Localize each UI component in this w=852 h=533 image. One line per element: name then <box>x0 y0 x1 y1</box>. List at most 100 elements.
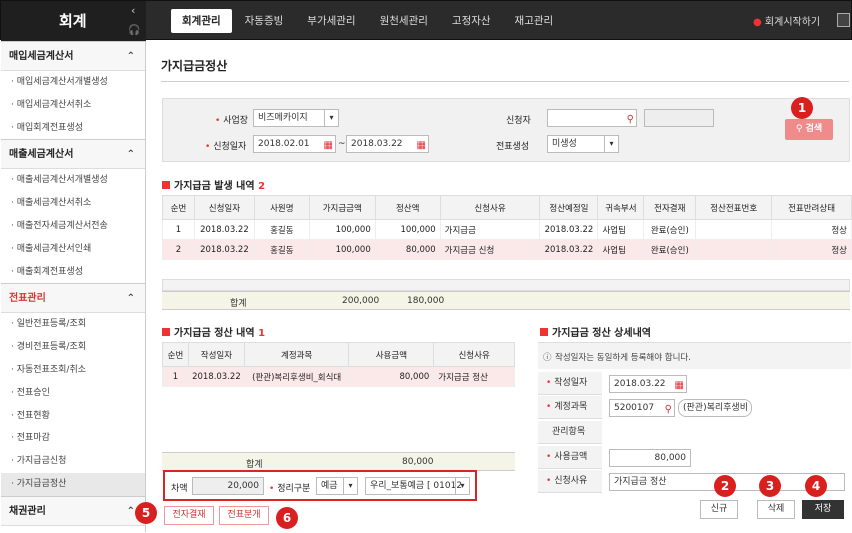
detail-mgmt-label: 관리항목 <box>538 421 602 444</box>
annotation-badge-6: 6 <box>276 507 298 529</box>
sum-amount: 80,000 <box>402 457 434 467</box>
col-header[interactable]: 정산전표번호 <box>695 195 773 220</box>
menu-fixed-assets[interactable]: 고정자산 <box>441 9 502 33</box>
col-header[interactable]: 정산예정일 <box>539 195 599 220</box>
search-icon[interactable]: ⚲ <box>627 112 634 128</box>
collapse-sidebar-icon[interactable]: ‹ <box>131 4 135 17</box>
sidebar-item[interactable]: · 경비전표등록/조회 <box>1 336 145 359</box>
chevron-up-icon: ⌃ <box>126 149 135 161</box>
sidebar-item[interactable]: · 매출세금계산서개별생성 <box>1 169 145 192</box>
occur-sum-row: 합계 200,000 180,000 <box>162 291 850 310</box>
chevron-up-icon: ⌃ <box>126 293 135 305</box>
col-header[interactable]: 가지급금액 <box>308 195 376 220</box>
detail-date-value: 2018.03.22 <box>614 379 666 389</box>
cell: 가지급금 신청 <box>439 239 541 260</box>
main-menu: 회계관리 자동증빙 부가세관리 원천세관리 고정자산 재고관리 <box>171 9 566 33</box>
menu-auto-evidence[interactable]: 자동증빙 <box>234 9 295 33</box>
sidebar-item[interactable]: · 매입세금계산서개별생성 <box>1 71 145 94</box>
sidebar-item[interactable]: · 가지급금신청 <box>1 450 145 473</box>
table-row[interactable]: 2 2018.03.22 홍길동 100,000 80,000 가지급금 신청 … <box>162 239 852 260</box>
diff-value: 20,000 <box>227 481 260 491</box>
sidebar-item[interactable]: · 전표마감 <box>1 427 145 450</box>
edoc-button[interactable]: 전자결재 <box>164 506 214 525</box>
gen-label: 전표생성 <box>496 142 530 152</box>
group-title: 매입세금계산서 <box>9 51 74 62</box>
cell: 2 <box>162 239 195 260</box>
sidebar-item[interactable]: · 매입세금계산서취소 <box>1 94 145 117</box>
annotation-badge-2: 2 <box>714 475 736 497</box>
detail-account-code[interactable]: 5200107 ⚲ <box>609 399 675 417</box>
sidebar-item-label: 일반전표등록/조회 <box>16 319 87 330</box>
sidebar-group-receivables[interactable]: 채권관리 ⌃ <box>1 495 145 526</box>
date-from-input[interactable]: 2018.02.01 ▦ <box>253 135 336 153</box>
sidebar-item[interactable]: · 자동전표조회/취소 <box>1 359 145 382</box>
delete-button[interactable]: 삭제 <box>757 500 795 519</box>
col-header[interactable]: 계정과목 <box>243 342 350 367</box>
cell: 100,000 <box>308 219 376 240</box>
biz-select[interactable]: 비즈메카이지 ▾ <box>253 109 339 127</box>
search-icon[interactable]: ⚲ <box>665 402 672 418</box>
search-button-label: 검색 <box>805 124 823 134</box>
new-button[interactable]: 신규 <box>700 500 738 519</box>
sidebar-item-label: 전표승인 <box>16 387 50 398</box>
menu-vat[interactable]: 부가세관리 <box>296 9 366 33</box>
cell: 완료(승인) <box>643 239 697 260</box>
dropdown-arrow-icon: ▾ <box>604 136 618 152</box>
col-header[interactable]: 신청사유 <box>433 342 515 367</box>
sidebar-item[interactable]: · 전표승인 <box>1 382 145 405</box>
journal-split-button[interactable]: 전표분개 <box>219 506 269 525</box>
table-row[interactable]: 1 2018.03.22 홍길동 100,000 100,000 가지급금 20… <box>162 219 852 240</box>
sidebar-item-label: 전표마감 <box>16 433 50 444</box>
col-header[interactable]: 사용금액 <box>348 342 435 367</box>
calendar-icon[interactable]: ▦ <box>417 138 426 154</box>
save-button[interactable]: 저장 <box>802 500 844 519</box>
sidebar-item[interactable]: · 매출전자세금계산서전송 <box>1 215 145 238</box>
menu-inventory[interactable]: 재고관리 <box>504 9 565 33</box>
headset-icon[interactable]: 🎧 <box>128 25 140 36</box>
gen-select[interactable]: 미생성 ▾ <box>547 135 619 153</box>
type-select[interactable]: 예금 ▾ <box>316 477 358 495</box>
sidebar-item[interactable]: · 일반전표등록/조회 <box>1 313 145 336</box>
col-header[interactable]: 전자결재 <box>643 195 697 220</box>
col-header[interactable]: 사원명 <box>253 195 310 220</box>
sidebar-item[interactable]: · 매입회계전표생성 <box>1 117 145 140</box>
diff-label: 차액 <box>171 484 188 494</box>
col-header[interactable]: 귀속부서 <box>597 195 645 220</box>
sidebar-group-voucher[interactable]: 전표관리 ⌃ <box>1 283 145 314</box>
account-select[interactable]: 우리_보통예금 [ 01012 ▾ <box>365 477 470 495</box>
calculator-icon[interactable] <box>837 13 850 27</box>
sidebar-item-label: 매입세금계산서개별생성 <box>16 77 108 87</box>
menu-withholding[interactable]: 원천세관리 <box>369 9 439 33</box>
table-row[interactable]: 1 2018.03.22 (판관)복리후생비_회식대 80,000 가지급금 정… <box>162 366 515 387</box>
horizontal-scrollbar[interactable] <box>162 279 850 291</box>
date-label: • 신청일자 <box>205 142 247 152</box>
col-header[interactable]: 순번 <box>162 342 189 367</box>
search-button[interactable]: ⚲ 검색 <box>785 119 833 140</box>
start-accounting-link[interactable]: ● 회계시작하기 <box>753 13 820 28</box>
sidebar-item[interactable]: · 매출세금계산서인쇄 <box>1 238 145 261</box>
detail-date-input[interactable]: 2018.03.22 ▦ <box>609 375 687 393</box>
sidebar-item[interactable]: · 매출세금계산서취소 <box>1 192 145 215</box>
sidebar-group-sales-tax[interactable]: 매출세금계산서 ⌃ <box>1 139 145 170</box>
dropdown-arrow-icon: ▾ <box>455 478 469 494</box>
calendar-icon[interactable]: ▦ <box>324 138 333 154</box>
sidebar-item-settlement[interactable]: · 가지급금정산 <box>1 472 145 496</box>
col-header[interactable]: 신청사유 <box>439 195 541 220</box>
calendar-icon[interactable]: ▦ <box>675 378 684 394</box>
sidebar-group-purchase-tax[interactable]: 매입세금계산서 ⌃ <box>1 41 145 71</box>
col-header[interactable]: 전표반려상태 <box>771 195 852 220</box>
applicant-input[interactable]: ⚲ <box>547 109 637 127</box>
date-to-input[interactable]: 2018.03.22 ▦ <box>346 135 429 153</box>
col-header[interactable]: 순번 <box>162 195 195 220</box>
detail-amount-input[interactable]: 80,000 <box>609 449 691 467</box>
sidebar-item[interactable]: · 전표현황 <box>1 405 145 428</box>
sidebar-item[interactable]: · 매출회계전표생성 <box>1 261 145 284</box>
col-header[interactable]: 작성일자 <box>187 342 245 367</box>
detail-account-label: • 계정과목 <box>538 396 602 419</box>
top-bar: 회계 ‹ 🎧 회계관리 자동증빙 부가세관리 원천세관리 고정자산 재고관리 ●… <box>0 0 852 41</box>
col-header[interactable]: 정산액 <box>374 195 441 220</box>
detail-amount-label: • 사용금액 <box>538 446 602 469</box>
annotation-badge-3: 3 <box>759 475 781 497</box>
menu-accounting[interactable]: 회계관리 <box>171 9 232 33</box>
col-header[interactable]: 신청일자 <box>193 195 255 220</box>
